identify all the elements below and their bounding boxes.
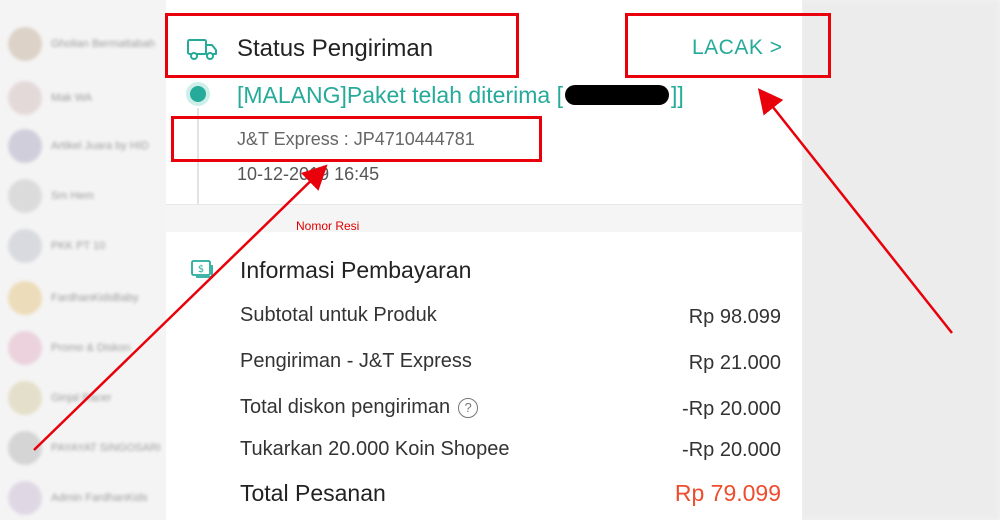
section-divider	[166, 204, 802, 232]
timeline-dot	[190, 86, 206, 102]
help-icon[interactable]: ?	[458, 398, 479, 418]
background-chat-item: Admin FardhanKids	[0, 474, 170, 520]
coins-value: -Rp 20.000	[682, 439, 781, 461]
tracking-status-prefix: [MALANG]Paket telah diterima [	[237, 82, 563, 108]
avatar	[8, 481, 42, 515]
shipping-cost-label: Pengiriman - J&T Express	[240, 350, 472, 372]
latest-tracking-status: [MALANG]Paket telah diterima []]	[237, 82, 684, 109]
background-chat-name: Sm Hem	[51, 190, 94, 202]
annotation-box-lacak	[625, 13, 831, 78]
background-chat-item: Artikel Juara by HID	[0, 122, 170, 170]
shipping-discount-value: -Rp 20.000	[682, 398, 781, 420]
annotation-box-resi	[171, 116, 542, 162]
tracking-status-suffix: ]]	[670, 82, 684, 108]
background-chat-item: PAYAYAT SINGOSARI	[0, 424, 170, 472]
payment-info-title: Informasi Pembayaran	[240, 257, 472, 283]
background-chat-name: Artikel Juara by HID	[51, 140, 149, 152]
tracking-datetime: 10-12-2019 16:45	[237, 164, 380, 184]
avatar	[8, 81, 42, 115]
order-total-label: Total Pesanan	[240, 480, 386, 506]
background-chat-item: PKK PT 10	[0, 222, 170, 270]
background-chat-name: Admin FardhanKids	[51, 492, 148, 504]
avatar	[8, 281, 42, 315]
background-chat-item: Ginjal Racer	[0, 374, 170, 422]
background-chat-name: FardhanKidsBaby	[51, 292, 139, 304]
avatar	[8, 229, 42, 263]
background-chat-name: PAYAYAT SINGOSARI	[51, 442, 161, 454]
avatar	[8, 179, 42, 213]
annotation-label: Nomor Resi	[296, 219, 360, 233]
avatar	[8, 129, 42, 163]
avatar	[8, 381, 42, 415]
svg-text:$: $	[198, 264, 204, 275]
background-chat-item: Gholian Bermattabah	[0, 20, 170, 68]
background-panel	[800, 0, 1000, 520]
subtotal-value: Rp 98.099	[688, 306, 781, 328]
background-chat-list: Gholian Bermattabah Mak WA Artikel Juara…	[0, 0, 170, 520]
shipping-cost-value: Rp 21.000	[688, 352, 781, 374]
order-total-value: Rp 79.099	[674, 480, 781, 506]
avatar	[8, 431, 42, 465]
subtotal-label: Subtotal untuk Produk	[240, 304, 437, 326]
background-chat-name: Promo & Diskon	[51, 342, 131, 354]
coins-label: Tukarkan 20.000 Koin Shopee	[240, 438, 510, 460]
background-chat-name: Ginjal Racer	[51, 392, 112, 404]
background-chat-item: Sm Hem	[0, 172, 170, 220]
avatar	[8, 27, 42, 61]
background-chat-name: Gholian Bermattabah	[51, 38, 155, 50]
shipping-discount-label: Total diskon pengiriman	[240, 396, 451, 418]
payment-icon: $	[191, 260, 213, 278]
annotation-box-status	[165, 13, 519, 78]
avatar	[8, 331, 42, 365]
background-chat-item: FardhanKidsBaby	[0, 274, 170, 322]
redacted-receiver	[564, 85, 669, 105]
background-chat-name: PKK PT 10	[51, 240, 106, 252]
background-chat-name: Mak WA	[51, 92, 93, 104]
background-chat-item: Promo & Diskon	[0, 324, 170, 372]
shipping-discount-row: Total diskon pengiriman?	[240, 396, 479, 419]
background-chat-item: Mak WA	[0, 74, 170, 122]
